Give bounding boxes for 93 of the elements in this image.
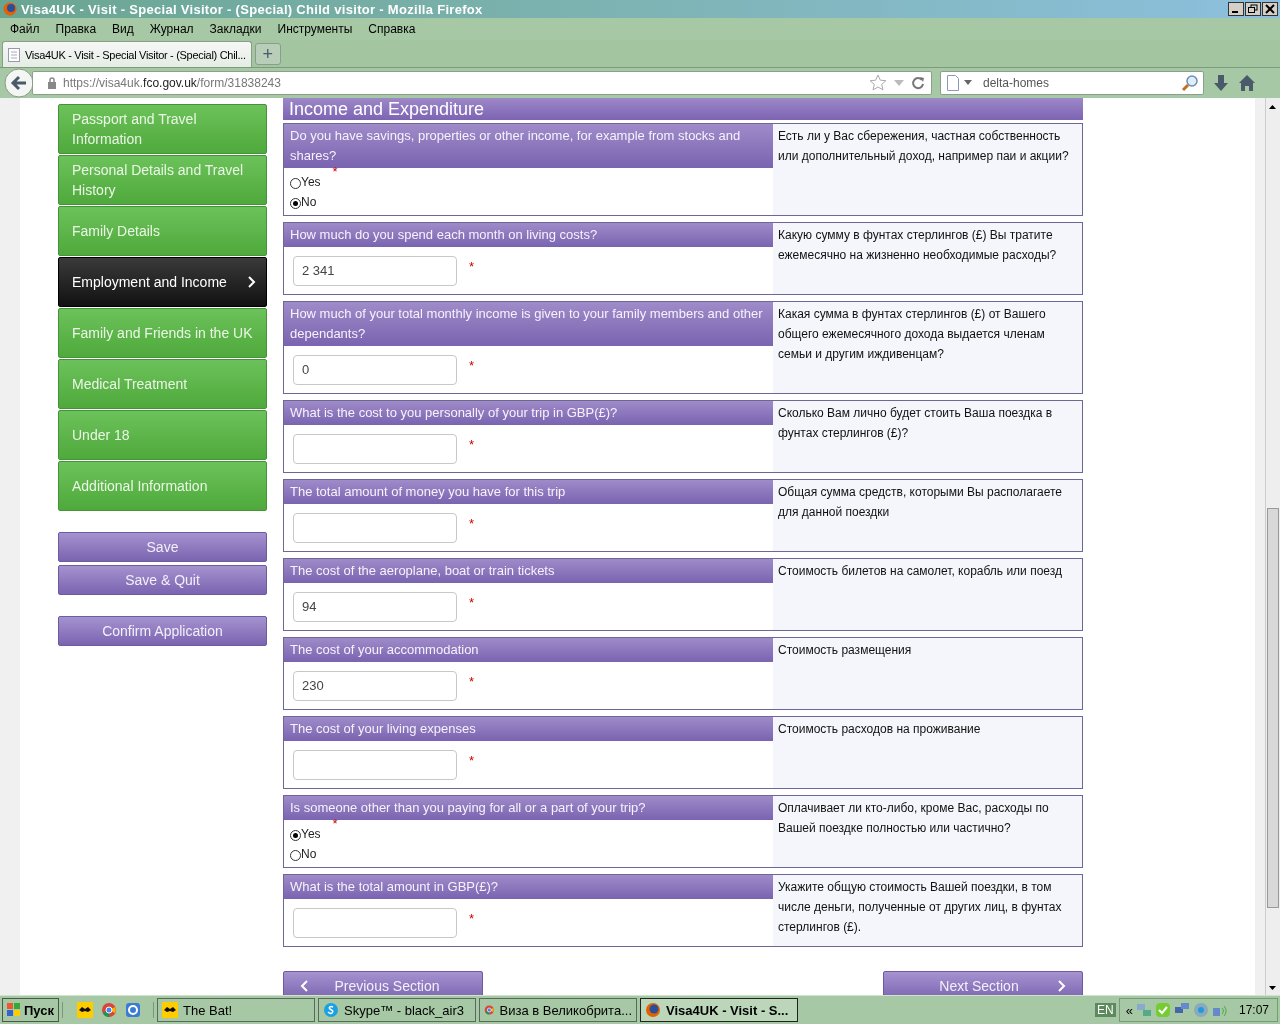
required-marker: * [469, 259, 475, 274]
window-title: Visa4UK - Visit - Special Visitor - (Special) Child visitor - Mozilla Firefox [21, 1, 484, 17]
tray-expand-button[interactable]: « [1125, 1002, 1133, 1018]
taskbar-button[interactable]: Skype™ - black_air3 [318, 998, 476, 1022]
translation-text: Укажите общую стоимость Вашей поездки, в том числе деньги, полученные от других лиц, в фунтах стерлингов (£). [773, 875, 1082, 946]
question-label: The cost of your living expenses [284, 717, 773, 741]
question-label: The cost of the aeroplane, boat or train tickets [284, 559, 773, 583]
input-field[interactable] [293, 433, 457, 464]
menu-item[interactable]: Закладки [201, 22, 270, 36]
taskbar-button[interactable]: Visa4UK - Visit - S... [640, 998, 798, 1022]
input-field[interactable] [293, 907, 457, 938]
chrome-icon[interactable] [484, 1002, 495, 1018]
radio-button[interactable] [290, 198, 301, 209]
question-label: What is the total amount in GBP(£)? [284, 875, 773, 899]
firefox-icon[interactable] [3, 2, 17, 16]
start-button[interactable]: Пуск [2, 998, 59, 1022]
search-icon[interactable] [1181, 74, 1199, 92]
question-label: How much do you spend each month on living costs? [284, 223, 773, 247]
sidebar-item[interactable]: Employment and Income [58, 257, 267, 307]
page-icon[interactable] [8, 47, 20, 62]
translation-text: Оплачивает ли кто-либо, кроме Вас, расходы по Вашей поездке полностью или частично? [773, 796, 1082, 867]
radio-button[interactable] [290, 178, 301, 189]
radio-option[interactable]: No [290, 844, 321, 864]
lock-icon[interactable] [47, 77, 57, 89]
translation-text: Какая сумма в фунтах стерлингов (£) от Вашего общего ежемесячного дохода выдается членам семьи и другим иждивенцам? [773, 302, 1082, 393]
required-marker: * [469, 595, 475, 610]
url-text: https://visa4uk.fco.gov.uk/form/31838243 [63, 76, 281, 90]
dropdown-icon[interactable] [964, 80, 972, 86]
input-field[interactable]: 230 [293, 670, 457, 701]
question-label: How much of your total monthly income is given to your family members and other dependants? [284, 302, 773, 346]
search-field[interactable]: delta-homes [940, 71, 1204, 95]
minimize-icon[interactable] [1228, 2, 1244, 16]
browser-icon[interactable] [125, 1002, 141, 1018]
required-marker: * [469, 516, 475, 531]
translation-text: Какую сумму в фунтах стерлингов (£) Вы тратите ежемесячно на жизненно необходимые расходы? [773, 223, 1082, 294]
menu-item[interactable]: Журнал [141, 22, 202, 36]
radio-button[interactable] [290, 830, 301, 841]
menu-item[interactable]: Правка [47, 22, 105, 36]
back-icon[interactable] [4, 68, 34, 98]
radio-option[interactable]: No [290, 192, 321, 212]
chevron-icon[interactable] [248, 276, 256, 288]
home-icon[interactable] [1238, 74, 1256, 92]
radio-option[interactable]: Yes [290, 172, 321, 192]
question-label: What is the cost to you personally of your trip in GBP(£)? [284, 401, 773, 425]
translation-text: Сколько Вам лично будет стоить Ваша поездка в фунтах стерлингов (£)? [773, 401, 1082, 472]
close-icon[interactable] [1262, 2, 1278, 16]
check-icon[interactable] [1154, 1002, 1171, 1018]
chrome-icon[interactable] [101, 1002, 117, 1018]
required-marker: * [469, 674, 475, 689]
taskbar-button[interactable]: The Bat! [157, 998, 315, 1022]
radio-option[interactable]: Yes [290, 824, 321, 844]
reload-icon[interactable] [911, 76, 925, 90]
menu-item[interactable]: Вид [104, 22, 142, 36]
skype-icon[interactable] [323, 1002, 339, 1018]
radio-button[interactable] [290, 850, 301, 861]
input-field[interactable] [293, 749, 457, 780]
clock: 17:07 [1238, 1003, 1269, 1017]
required-marker: * [469, 911, 475, 926]
question-label: The cost of your accommodation [284, 638, 773, 662]
restore-icon[interactable] [1245, 2, 1261, 16]
scroll-thumb[interactable] [1267, 508, 1279, 908]
input-field[interactable]: 94 [293, 591, 457, 622]
required-marker: * [469, 753, 475, 768]
input-field[interactable] [293, 512, 457, 543]
windows-logo-icon[interactable] [7, 1003, 21, 1017]
scrollbar[interactable] [1265, 98, 1280, 995]
translation-text: Стоимость билетов на самолет, корабль или поезд [773, 559, 1082, 630]
question-label: Is someone other than you paying for all or a part of your trip? [284, 796, 773, 820]
question-label: Do you have savings, properties or other income, for example from stocks and shares? [284, 124, 773, 168]
download-icon[interactable] [1212, 74, 1230, 92]
input-field[interactable]: 0 [293, 354, 457, 385]
bat-icon[interactable] [77, 1002, 93, 1018]
section-title: Income and Expenditure [289, 98, 485, 120]
required-marker: * [469, 437, 475, 452]
browser-tab[interactable]: Visa4UK - Visit - Special Visitor - (Special) Chil... [2, 41, 252, 67]
menu-item[interactable]: Файл [2, 22, 48, 36]
menu-item[interactable]: Инструменты [269, 22, 361, 36]
taskbar-button[interactable]: Виза в Великобрита... [479, 998, 637, 1022]
translation-text: Есть ли у Вас сбережения, частная собственность или дополнительный доход, например паи и акции? [773, 124, 1082, 215]
translation-text: Стоимость размещения [773, 638, 1082, 709]
page-icon[interactable] [947, 75, 959, 91]
firefox-icon[interactable] [645, 1002, 661, 1018]
translation-text: Общая сумма средств, которыми Вы располагаете для данной поездки [773, 480, 1082, 551]
translation-text: Стоимость расходов на проживание [773, 717, 1082, 788]
menu-item[interactable]: Справка [360, 22, 424, 36]
question-label: The total amount of money you have for this trip [284, 480, 773, 504]
new-tab-button[interactable]: + [254, 43, 281, 65]
language-indicator[interactable]: EN [1095, 1003, 1116, 1017]
input-field[interactable]: 2 341 [293, 255, 457, 286]
star-icon[interactable] [869, 74, 887, 92]
bat-icon[interactable] [162, 1002, 178, 1018]
required-marker: * [469, 358, 475, 373]
address-bar[interactable]: https://visa4uk.fco.gov.uk/form/31838243 [32, 71, 932, 95]
